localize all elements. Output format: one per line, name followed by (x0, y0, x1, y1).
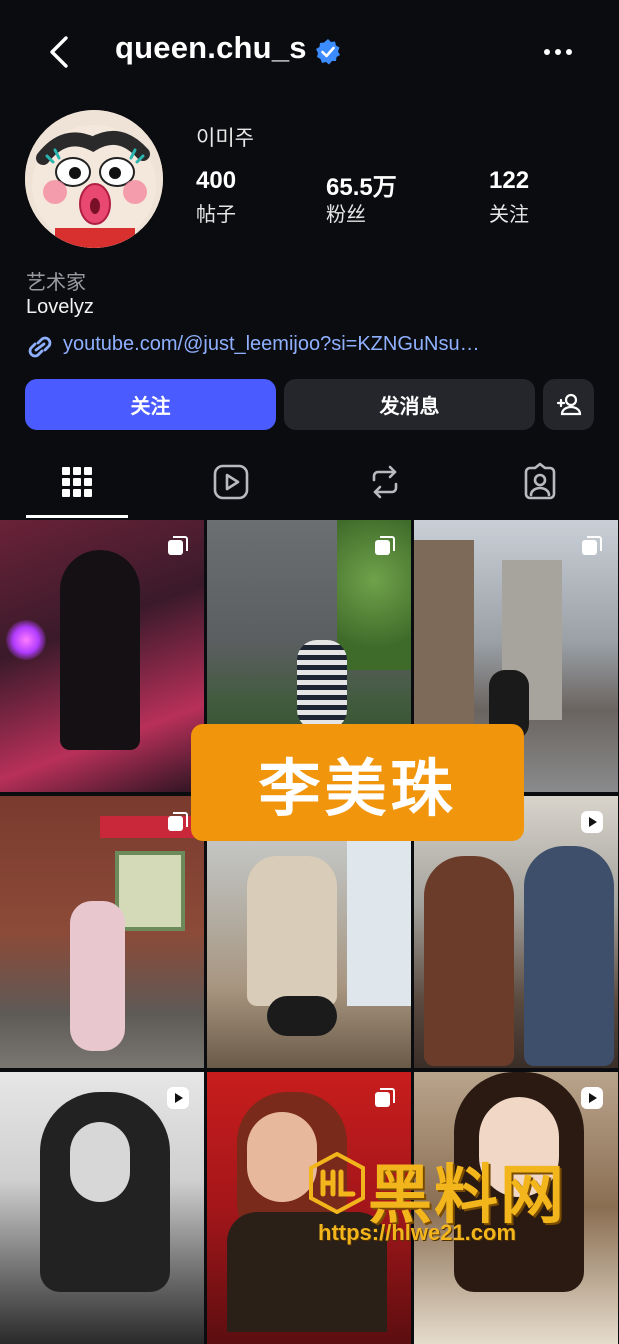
reels-icon[interactable] (211, 462, 251, 502)
followers-label[interactable]: 粉丝 (326, 198, 366, 227)
profile-bio: Lovelyz (26, 296, 94, 318)
name-banner: 李美珠 (191, 724, 524, 841)
profile-link[interactable]: youtube.com/@just_leemijoo?si=KZNGuNsu… (63, 333, 480, 356)
carousel-icon (582, 536, 602, 555)
tagged-icon[interactable] (520, 462, 560, 502)
active-tab-indicator (26, 515, 128, 518)
watermark-logo-icon (309, 1152, 365, 1214)
avatar[interactable] (25, 110, 163, 248)
suggest-people-button[interactable] (543, 379, 594, 430)
carousel-icon (375, 1088, 395, 1107)
following-count[interactable]: 122 (489, 167, 529, 195)
carousel-icon (375, 536, 395, 555)
reel-icon (581, 811, 603, 833)
grid-icon[interactable] (57, 462, 97, 502)
reel-icon (581, 1087, 603, 1109)
follow-button[interactable]: 关注 (25, 379, 276, 430)
profile-username: queen.chu_s (115, 30, 307, 65)
watermark-url: https://hlwe21.com (318, 1220, 517, 1245)
following-label[interactable]: 关注 (489, 198, 529, 227)
avatar-cartoon-image (25, 110, 163, 248)
carousel-icon (168, 812, 188, 831)
add-person-icon (556, 393, 581, 415)
post-thumbnail[interactable] (0, 1072, 204, 1344)
more-options-icon[interactable] (538, 40, 578, 64)
post-thumbnail[interactable] (0, 796, 204, 1068)
post-thumbnail[interactable] (0, 520, 204, 792)
message-button[interactable]: 发消息 (284, 379, 535, 430)
display-name: 이미주 (196, 127, 254, 150)
posts-label[interactable]: 帖子 (196, 198, 236, 227)
link-icon (28, 336, 52, 358)
carousel-icon (168, 536, 188, 555)
back-icon[interactable] (40, 32, 80, 72)
reel-icon (167, 1087, 189, 1109)
verified-badge-icon (316, 39, 340, 65)
posts-count[interactable]: 400 (196, 167, 236, 195)
profile-category: 艺术家 (26, 272, 86, 294)
reposts-icon[interactable] (365, 462, 405, 502)
followers-count[interactable]: 65.5万 (326, 167, 397, 202)
